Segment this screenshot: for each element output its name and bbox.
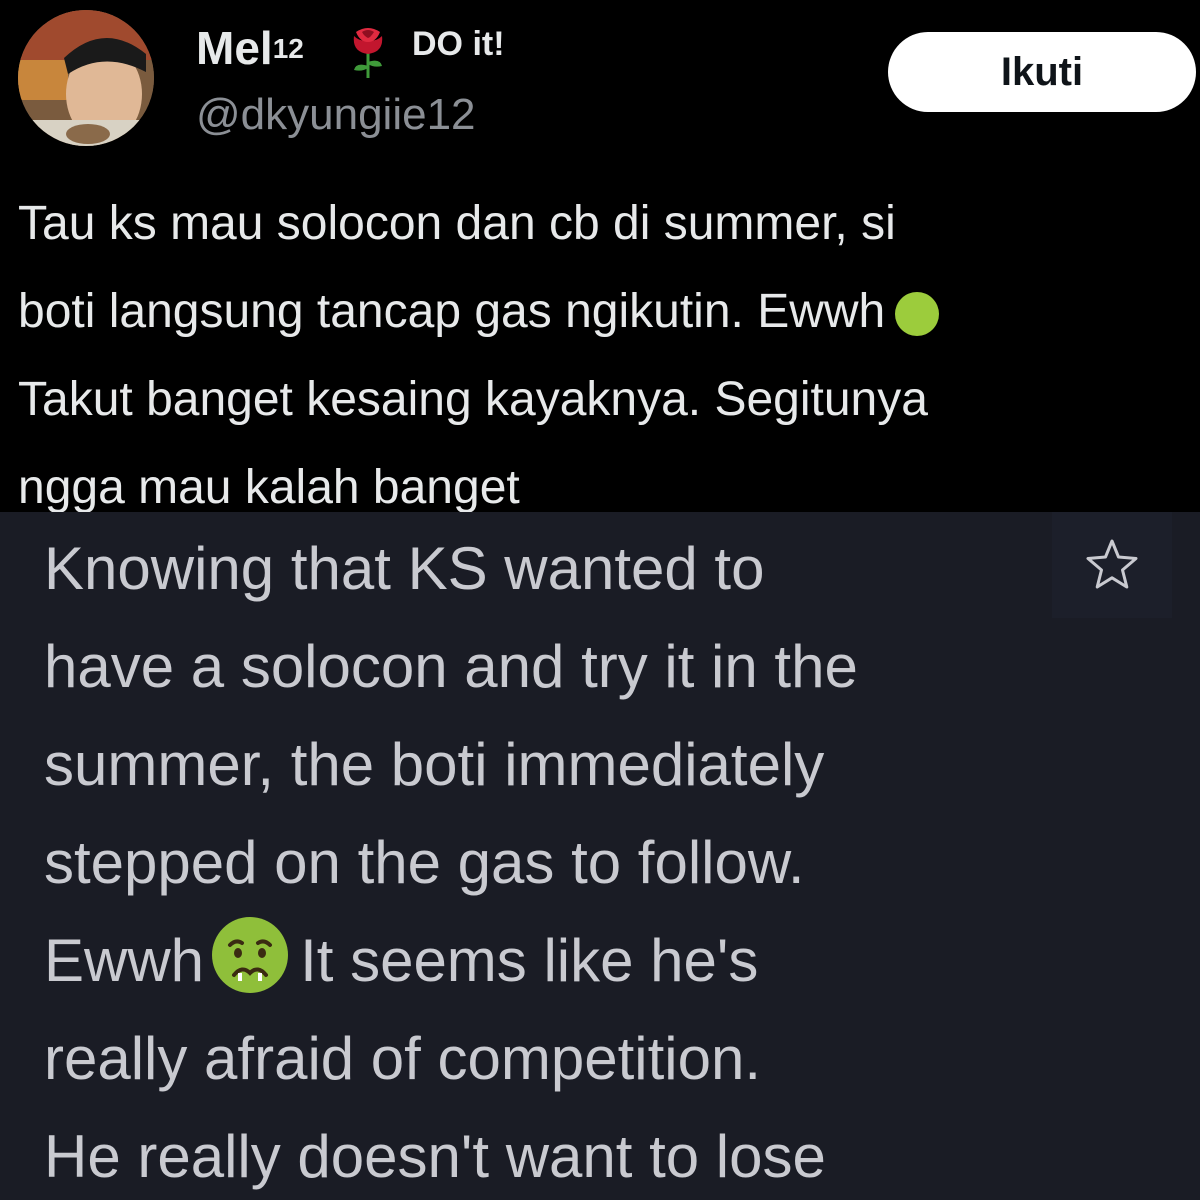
display-name-superscript: 12	[272, 33, 304, 64]
translation-line: Ewwh	[44, 927, 205, 994]
display-name[interactable]: Mel12	[196, 20, 304, 83]
star-icon	[1086, 539, 1138, 589]
translation-line: summer, the boti immediately	[44, 731, 825, 798]
display-name-text: Mel	[196, 22, 273, 74]
favorite-button[interactable]	[1052, 512, 1172, 618]
translation-line: stepped on the gas to follow.	[44, 829, 805, 896]
translation-line: have a solocon and try it in the	[44, 633, 858, 700]
translation-line: Knowing that KS wanted to	[44, 535, 765, 602]
tweet-line: Tau ks mau solocon dan cb di summer, si	[18, 197, 896, 250]
translation-line: really afraid of competition.	[44, 1025, 762, 1092]
tweet-card: Mel12 DO it! @dkyungiie12 Ikuti Tau ks m…	[0, 0, 1200, 512]
avatar[interactable]	[18, 10, 154, 146]
translation-text: Knowing that KS wanted to have a solocon…	[44, 520, 1044, 1200]
tweet-line: Takut banget kesaing kayaknya. Segitunya	[18, 373, 928, 426]
follow-button[interactable]: Ikuti	[888, 32, 1196, 112]
nauseated-face-icon	[212, 917, 289, 993]
tweet-line: ngga mau kalah banget	[18, 461, 520, 512]
tweet-text: Tau ks mau solocon dan cb di summer, si …	[18, 180, 1200, 512]
name-suffix: DO it!	[412, 25, 505, 63]
tweet-line: boti langsung tancap gas ngikutin. Ewwh	[18, 285, 886, 338]
user-handle[interactable]: @dkyungiie12	[196, 88, 476, 142]
translation-line-with-emoji: Ewwh It seems like he's	[44, 912, 1044, 1010]
rose-icon	[353, 28, 383, 78]
translation-line: It seems like he's	[300, 927, 759, 994]
translation-line: He really doesn't want to lose	[44, 1123, 826, 1190]
translation-overlay: Knowing that KS wanted to have a solocon…	[0, 512, 1200, 1200]
tweet-line-with-emoji: boti langsung tancap gas ngikutin. Ewwh	[18, 268, 1200, 356]
nauseated-face-icon	[895, 292, 940, 337]
